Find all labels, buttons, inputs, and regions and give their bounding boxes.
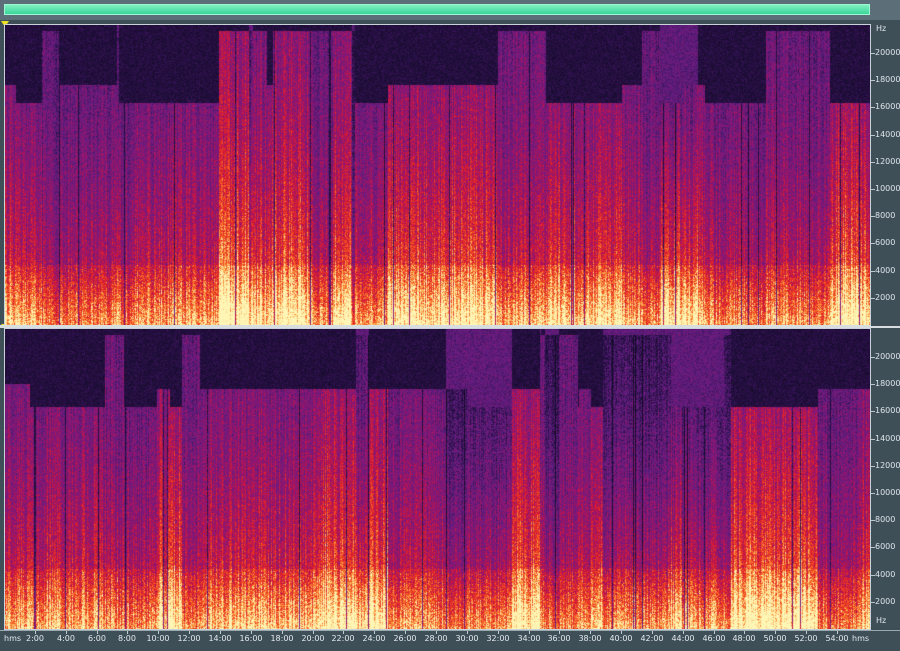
frequency-tick-label: 2000 [875,597,896,606]
frequency-tick-label: 8000 [875,515,896,524]
frequency-tick-label: 12000 [875,157,900,166]
time-tick-label: 32:00 [486,634,510,643]
time-tick-label: 46:00 [702,634,726,643]
frequency-tick-label: 6000 [875,542,896,551]
time-tick-label: 54:00 [825,634,849,643]
time-tick-label: 38:00 [578,634,602,643]
frequency-tick-label: 6000 [875,238,896,247]
time-tick-label: 40:00 [609,634,633,643]
frequency-tick-label: 10000 [875,184,900,193]
frequency-tick-label: 18000 [875,75,900,84]
frequency-unit-label: Hz [876,616,887,625]
time-tick-label: 8:00 [118,634,136,643]
time-tick-label: 18:00 [270,634,294,643]
time-unit-label-right: hms [852,634,870,643]
overview-bar-track[interactable] [0,0,900,20]
spectrogram-canvas-right[interactable] [5,329,870,629]
frequency-tick-label: 18000 [875,379,900,388]
frequency-tick-label: 10000 [875,488,900,497]
time-tick-label: 42:00 [640,634,664,643]
time-tick-label: 44:00 [671,634,695,643]
time-tick-label: 14:00 [208,634,232,643]
time-tick-label: 34:00 [517,634,541,643]
frequency-tick-label: 12000 [875,461,900,470]
overview-scroll-thumb[interactable] [4,4,870,15]
frequency-tick-label: 16000 [875,102,900,111]
frequency-tick-label: 2000 [875,293,896,302]
frequency-tick-label: 4000 [875,570,896,579]
spectrogram-channel-left[interactable] [4,24,871,326]
time-tick-label: 52:00 [794,634,818,643]
frequency-tick-label: 14000 [875,434,900,443]
time-tick-label: 30:00 [455,634,479,643]
time-tick-label: 4:00 [57,634,75,643]
spectrogram-canvas-left[interactable] [5,25,870,325]
time-ruler[interactable]: hms hms 2:00 4:00 6:00 8:00 10:00 12:00 14:00 1… [0,630,900,651]
time-tick-label: 6:00 [88,634,106,643]
time-tick-label: 24:00 [362,634,386,643]
time-tick-label: 50:00 [763,634,787,643]
time-tick-label: 16:00 [239,634,263,643]
time-tick-label: 48:00 [732,634,756,643]
frequency-axis-top: Hz 20000 18000 16000 14000 12000 10000 8000 600… [871,24,900,326]
frequency-tick-label: 16000 [875,406,900,415]
frequency-tick-label: 14000 [875,130,900,139]
frequency-tick-label: 20000 [875,48,900,57]
spectrogram-channel-right[interactable] [4,328,871,630]
frequency-tick-label: 8000 [875,211,896,220]
frequency-tick-label: 20000 [875,352,900,361]
time-tick-label: 28:00 [424,634,448,643]
frequency-unit-label: Hz [876,24,887,33]
time-unit-label: hms [4,634,22,643]
frequency-axis-bottom: Hz 20000 18000 16000 14000 12000 10000 8000 600… [871,328,900,630]
time-tick-label: 22:00 [331,634,355,643]
time-tick-label: 2:00 [26,634,44,643]
time-tick-label: 36:00 [547,634,571,643]
time-tick-label: 12:00 [177,634,201,643]
time-tick-label: 26:00 [393,634,417,643]
time-tick-label: 10:00 [146,634,170,643]
time-tick-label: 20:00 [301,634,325,643]
frequency-tick-label: 4000 [875,266,896,275]
